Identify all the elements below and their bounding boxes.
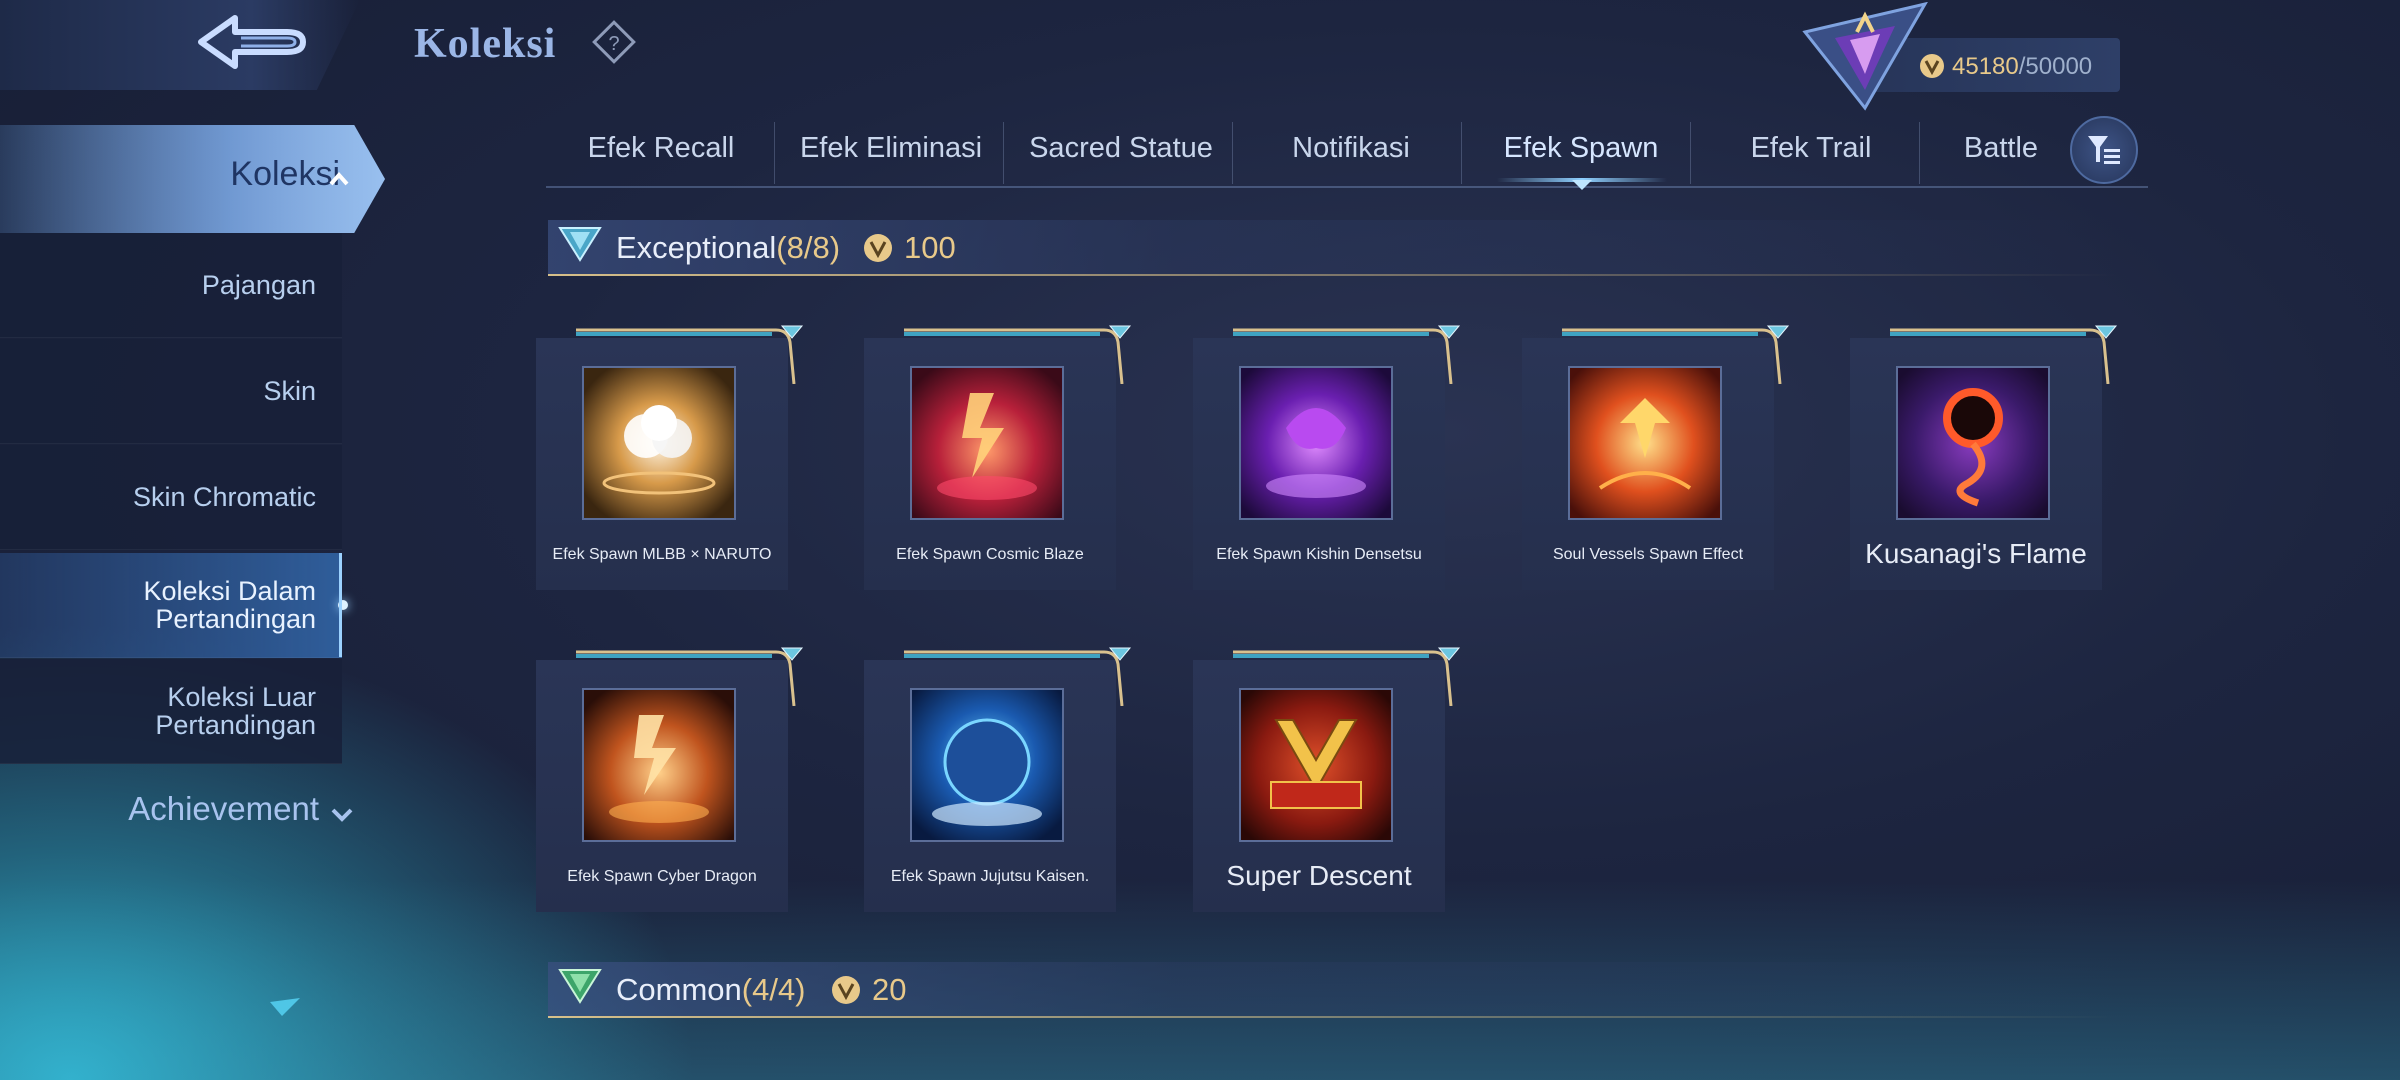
svg-text:?: ? (608, 33, 619, 55)
sidebar-item-koleksi-luar-pertandingan[interactable]: Koleksi Luar Pertandingan (0, 659, 342, 764)
effect-thumbnail (1239, 366, 1393, 520)
tab-divider (1919, 122, 1920, 184)
effect-thumbnail (582, 366, 736, 520)
collection-card[interactable]: Efek Spawn Jujutsu Kaisen. (864, 647, 1132, 912)
chevron-down-icon (331, 808, 353, 822)
effect-image-icon (1241, 690, 1391, 840)
sidebar-item-koleksi-dalam-pertandingan[interactable]: Koleksi Dalam Pertandingan (0, 553, 348, 658)
tab-efek-eliminasi[interactable]: Efek Eliminasi (776, 118, 1006, 178)
filter-icon (2088, 136, 2120, 164)
tab-divider (1461, 122, 1462, 184)
effect-thumbnail (910, 688, 1064, 842)
chevron-up-icon (329, 171, 349, 186)
card-name: Efek Spawn Kishin Densetsu (1216, 546, 1422, 563)
section-header-exceptional: Exceptional(8/8) 100 (548, 220, 2118, 276)
tab-efek-spawn[interactable]: Efek Spawn (1466, 118, 1696, 178)
tab-sacred-statue[interactable]: Sacred Statue (1006, 118, 1236, 178)
collection-card[interactable]: Efek Spawn Cyber Dragon (536, 647, 804, 912)
tab-efek-recall[interactable]: Efek Recall (546, 118, 776, 178)
decorative-triangle-icon (270, 998, 300, 1016)
back-arrow-icon (198, 15, 306, 69)
collection-card[interactable]: Kusanagi's Flame (1850, 325, 2118, 590)
tab-divider (1003, 122, 1004, 184)
active-tab-marker-icon (1572, 180, 1592, 190)
sidebar-item-label: Pajangan (201, 270, 316, 300)
category-tabs: Efek Recall Efek Eliminasi Sacred Statue… (546, 118, 2148, 188)
coin-icon (832, 976, 860, 1004)
section-header-common: Common(4/4) 20 (548, 962, 2118, 1018)
sidebar-item-pajangan[interactable]: Pajangan (0, 233, 342, 338)
sidebar-item-skin-chromatic[interactable]: Skin Chromatic (0, 445, 342, 550)
card-name: Super Descent (1226, 860, 1412, 891)
section-points: 20 (872, 972, 907, 1007)
sidebar-item-label: Skin (263, 376, 316, 406)
section-title: Common(4/4) (616, 972, 806, 1007)
effect-thumbnail (582, 688, 736, 842)
section-divider (548, 274, 2118, 276)
section-divider (548, 1016, 2118, 1018)
top-bar: Koleksi ? 45180/50000 (0, 0, 2400, 111)
exceptional-rank-icon (558, 227, 602, 262)
effect-thumbnail (1239, 688, 1393, 842)
help-icon[interactable]: ? (592, 20, 636, 64)
coin-icon (1920, 54, 1944, 78)
sidebar-item-label: Skin Chromatic (132, 482, 316, 512)
tab-efek-trail[interactable]: Efek Trail (1696, 118, 1926, 178)
effect-image-icon (912, 690, 1062, 840)
sidebar-achievement[interactable]: Achievement (0, 790, 355, 828)
effect-thumbnail (910, 366, 1064, 520)
card-name: Efek Spawn Cyber Dragon (567, 868, 757, 885)
section-points: 100 (904, 230, 956, 265)
active-indicator (338, 600, 348, 610)
effect-image-icon (1241, 368, 1391, 518)
page-title: Koleksi (414, 21, 557, 67)
tab-divider (774, 122, 775, 184)
effect-thumbnail (1568, 366, 1722, 520)
coin-icon (864, 234, 892, 262)
tab-notifikasi[interactable]: Notifikasi (1236, 118, 1466, 178)
back-button[interactable] (0, 0, 360, 90)
filter-button[interactable] (2070, 116, 2138, 184)
common-rank-icon (558, 969, 602, 1004)
sidebar-main-label: Koleksi (230, 155, 340, 193)
collection-card[interactable]: Efek Spawn Kishin Densetsu (1193, 325, 1461, 590)
tab-divider (1232, 122, 1233, 184)
currency-value: 45180/50000 (1952, 53, 2093, 80)
tab-divider (1690, 122, 1691, 184)
rank-emblem-icon (1802, 2, 1928, 111)
sidebar-item-label: Koleksi Luar Pertandingan (155, 682, 316, 740)
card-name: Kusanagi's Flame (1865, 538, 2087, 569)
effect-image-icon (1570, 368, 1720, 518)
collection-card[interactable]: Super Descent (1193, 647, 1461, 912)
collection-card[interactable]: Efek Spawn MLBB × NARUTO (536, 325, 804, 590)
effect-image-icon (584, 368, 734, 518)
card-name: Efek Spawn Jujutsu Kaisen. (890, 868, 1090, 885)
effect-image-icon (912, 368, 1062, 518)
card-name: Soul Vessels Spawn Effect (1552, 546, 1744, 563)
sidebar-item-label: Koleksi Dalam Pertandingan (143, 576, 316, 634)
tab-battle[interactable]: Battle (1926, 118, 2076, 178)
section-title: Exceptional(8/8) (616, 230, 841, 265)
effect-thumbnail (1896, 366, 2050, 520)
collection-card[interactable]: Soul Vessels Spawn Effect (1522, 325, 1790, 590)
effect-image-icon (584, 690, 734, 840)
sidebar-item-skin[interactable]: Skin (0, 339, 342, 444)
card-name: Efek Spawn Cosmic Blaze (896, 546, 1084, 563)
effect-image-icon (1898, 368, 2048, 518)
collection-card[interactable]: Efek Spawn Cosmic Blaze (864, 325, 1132, 590)
card-name: Efek Spawn MLBB × NARUTO (552, 546, 772, 563)
